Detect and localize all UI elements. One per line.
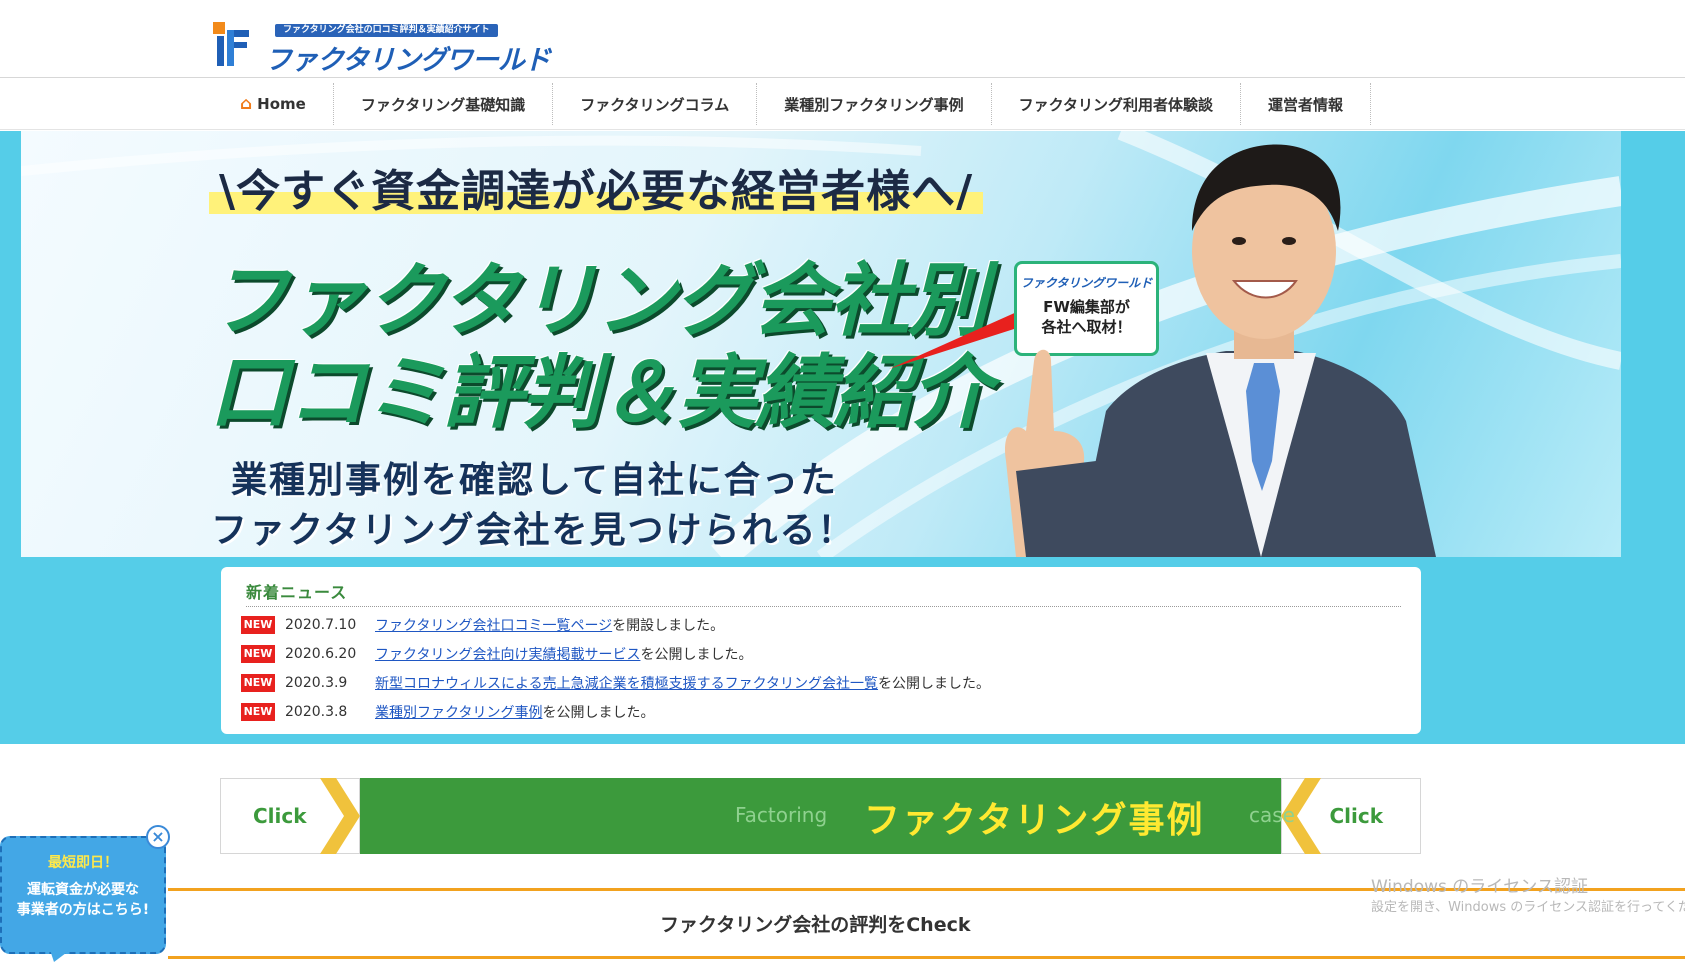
news-panel: 新着ニュース NEW 2020.7.10 ファクタリング会社口コミ一覧ページ を…	[221, 567, 1421, 734]
banner-word-right: case	[1249, 803, 1295, 827]
nav-item-label: ファクタリング基礎知識	[360, 95, 526, 114]
news-link[interactable]: 業種別ファクタリング事例	[375, 702, 542, 722]
section-divider-bottom	[168, 956, 1685, 959]
banner-title: ファクタリング事例	[864, 800, 1205, 841]
logo-text: ファクタリングワールド	[265, 45, 551, 76]
news-suffix: を開設しました。	[612, 617, 725, 634]
close-icon[interactable]: ×	[146, 825, 170, 849]
news-list: NEW 2020.7.10 ファクタリング会社口コミ一覧ページ を開設しました。…	[241, 610, 990, 726]
news-link[interactable]: ファクタリング会社口コミ一覧ページ	[375, 615, 612, 635]
widget-tail-decoration	[50, 950, 70, 962]
hero-title-line2: 口コミ評判＆実績紹介	[209, 346, 991, 439]
click-label-right: Click	[1329, 804, 1383, 828]
home-icon: ⌂	[240, 94, 253, 114]
site-header: ファクタリング会社の口コミ評判＆実績紹介サイト ファクタリングワールド	[0, 0, 1685, 78]
logo-mark-icon	[213, 22, 249, 66]
hero-desc-line1: 業種別事例を確認して自社に合った	[231, 460, 838, 501]
list-item: NEW 2020.3.8 業種別ファクタリング事例 を公開しました。	[241, 697, 990, 726]
nav-item-label: 業種別ファクタリング事例	[784, 95, 964, 114]
windows-activation-text: 設定を開き、Windows のライセンス認証を行ってください。	[1371, 900, 1685, 915]
nav-item-label: ファクタリング利用者体験談	[1018, 95, 1214, 114]
businessman-illustration	[1005, 144, 1436, 557]
list-item: NEW 2020.6.20 ファクタリング会社向け実績掲載サービス を公開しまし…	[241, 639, 990, 668]
nav-item-home[interactable]: ⌂ Home	[222, 83, 334, 125]
logo-tagline: ファクタリング会社の口コミ評判＆実績紹介サイト	[275, 24, 498, 37]
news-suffix: を公開しました。	[640, 646, 753, 663]
news-date: 2020.6.20	[285, 645, 357, 662]
nav-item-column[interactable]: ファクタリングコラム	[553, 83, 758, 125]
banner-word-left: Factoring	[735, 803, 828, 827]
news-suffix: を公開しました。	[878, 675, 991, 692]
news-link[interactable]: 新型コロナウィルスによる売上急減企業を積極支援するファクタリング会社一覧	[375, 673, 878, 693]
new-badge: NEW	[241, 673, 275, 692]
list-item: NEW 2020.7.10 ファクタリング会社口コミ一覧ページ を開設しました。	[241, 610, 990, 639]
news-link[interactable]: ファクタリング会社向け実績掲載サービス	[375, 644, 640, 664]
news-title: 新着ニュース	[246, 579, 1401, 607]
new-badge: NEW	[241, 615, 275, 634]
hero-subtitle: \今すぐ資金調達が必要な経営者様へ/	[209, 155, 984, 219]
main-nav: ⌂ Home ファクタリング基礎知識 ファクタリングコラム 業種別ファクタリング…	[0, 79, 1685, 130]
nav-item-industry-cases[interactable]: 業種別ファクタリング事例	[757, 83, 992, 125]
nav-item-label: 運営者情報	[1268, 95, 1344, 114]
nav-item-basics[interactable]: ファクタリング基礎知識	[334, 83, 554, 125]
nav-item-label: ファクタリングコラム	[580, 95, 730, 114]
nav-item-operator-info[interactable]: 運営者情報	[1241, 83, 1372, 125]
list-item: NEW 2020.3.9 新型コロナウィルスによる売上急減企業を積極支援するファ…	[241, 668, 990, 697]
news-date: 2020.3.9	[285, 674, 348, 691]
new-badge: NEW	[241, 644, 275, 663]
hero-desc-line2: ファクタリング会社を見つけられる！	[211, 510, 856, 551]
factoring-case-banner[interactable]: Click Click Factoring ファクタリング事例 case	[220, 778, 1421, 854]
new-badge: NEW	[241, 702, 275, 721]
news-suffix: を公開しました。	[542, 704, 655, 721]
chevron-right-icon	[320, 778, 360, 854]
widget-head: 最短即日！	[48, 855, 118, 871]
click-label-left: Click	[253, 804, 307, 828]
widget-line1: 運転資金が必要な	[27, 882, 139, 898]
site-logo[interactable]: ファクタリング会社の口コミ評判＆実績紹介サイト ファクタリングワールド	[213, 18, 551, 76]
section-title: ファクタリング会社の評判をCheck	[660, 914, 971, 936]
nav-item-user-stories[interactable]: ファクタリング利用者体験談	[992, 83, 1242, 125]
nav-item-label: Home	[257, 95, 306, 113]
windows-activation-title: Windows のライセンス認証	[1371, 877, 1588, 897]
widget-line2: 事業者の方はこちら!	[16, 902, 150, 918]
news-date: 2020.3.8	[285, 703, 348, 720]
hero-banner[interactable]: \今すぐ資金調達が必要な経営者様へ/ ファクタリング会社別 口コミ評判＆実績紹介…	[21, 131, 1621, 557]
news-date: 2020.7.10	[285, 616, 357, 633]
funding-cta-widget[interactable]: 最短即日！ 運転資金が必要な 事業者の方はこちら!	[0, 836, 166, 954]
